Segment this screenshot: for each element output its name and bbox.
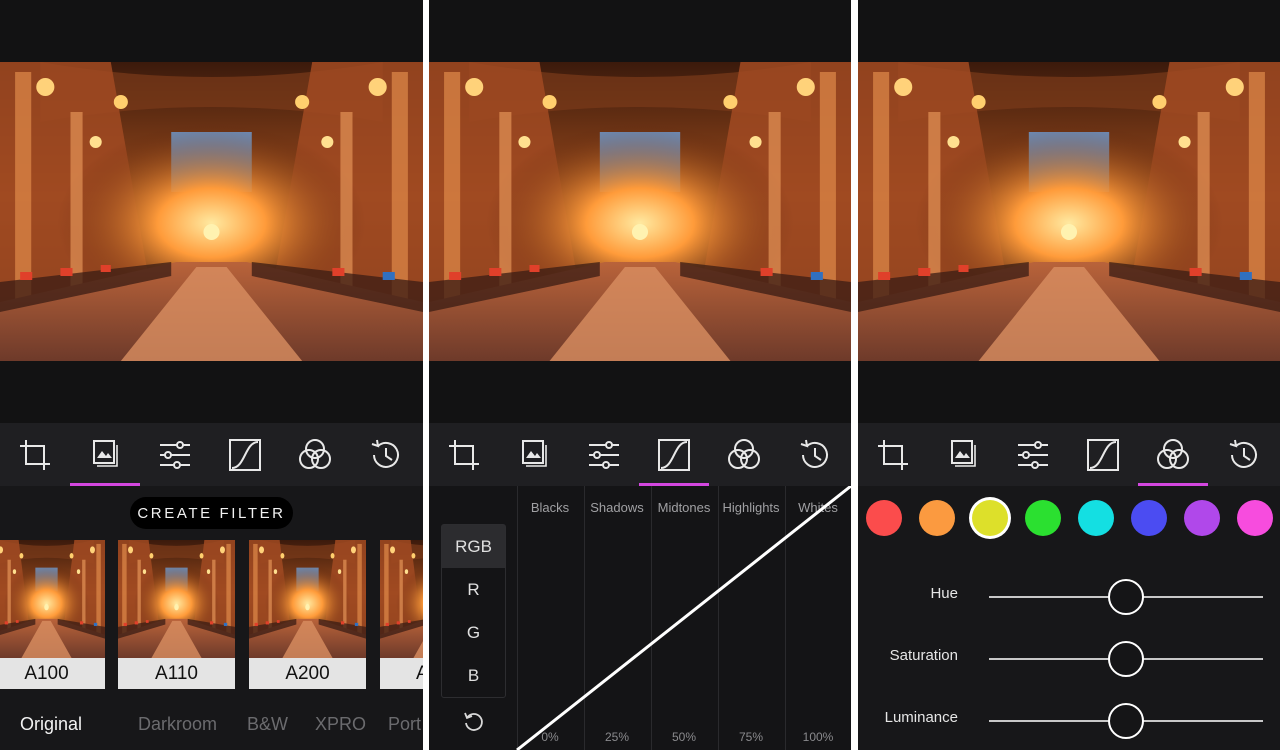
- color-swatch-cyan[interactable]: [1078, 500, 1114, 536]
- filter-label: A110: [118, 658, 235, 689]
- photo-gap: [429, 361, 851, 423]
- filters-icon[interactable]: [70, 423, 140, 486]
- filter-label: A100: [0, 658, 105, 689]
- luminance-slider-knob[interactable]: [1108, 703, 1144, 739]
- photo-gap: [858, 361, 1280, 423]
- category-bw[interactable]: B&W: [247, 714, 288, 735]
- adjust-icon[interactable]: [569, 423, 639, 486]
- filter-thumbnail[interactable]: A: [380, 540, 423, 689]
- channel-selector: RGB R G B: [441, 524, 506, 698]
- category-original[interactable]: Original: [20, 714, 82, 735]
- filter-preview-image: [249, 540, 366, 658]
- channel-g[interactable]: G: [442, 611, 505, 654]
- color-swatch-red[interactable]: [866, 500, 902, 536]
- top-bar: [0, 0, 423, 62]
- color-swatch-blue[interactable]: [1131, 500, 1167, 536]
- top-bar: [858, 0, 1280, 62]
- category-port[interactable]: Port: [388, 714, 421, 735]
- photo-preview: [429, 62, 851, 361]
- tool-bar: [0, 423, 423, 486]
- color-swatch-purple[interactable]: [1184, 500, 1220, 536]
- color-swatch-magenta[interactable]: [1237, 500, 1273, 536]
- saturation-slider-knob[interactable]: [1108, 641, 1144, 677]
- history-icon[interactable]: [1208, 423, 1278, 486]
- adjust-icon[interactable]: [140, 423, 210, 486]
- filter-label: A: [380, 658, 423, 689]
- filters-icon[interactable]: [499, 423, 569, 486]
- saturation-label: Saturation: [889, 647, 958, 664]
- tool-bar: [429, 423, 851, 486]
- filter-thumbnail[interactable]: A200: [249, 540, 366, 689]
- history-icon[interactable]: [350, 423, 420, 486]
- create-filter-button[interactable]: CREATE FILTER: [130, 497, 293, 529]
- tool-bar: [858, 423, 1280, 486]
- curves-screen: Blacks Shadows Midtones Highlights White…: [429, 0, 851, 750]
- crop-icon[interactable]: [429, 423, 499, 486]
- filter-preview-image: [380, 540, 423, 658]
- hue-slider-knob[interactable]: [1108, 579, 1144, 615]
- photo-gap: [0, 361, 423, 423]
- hue-label: Hue: [930, 585, 958, 602]
- crop-icon[interactable]: [0, 423, 70, 486]
- hsl-icon[interactable]: [709, 423, 779, 486]
- history-icon[interactable]: [779, 423, 849, 486]
- color-swatch-yellow[interactable]: [972, 500, 1008, 536]
- filter-label: A200: [249, 658, 366, 689]
- luminance-label: Luminance: [884, 709, 958, 726]
- filters-icon[interactable]: [928, 423, 998, 486]
- filter-thumbnail[interactable]: A110: [118, 540, 235, 689]
- color-swatch-green[interactable]: [1025, 500, 1061, 536]
- curves-icon[interactable]: [639, 423, 709, 486]
- adjust-icon[interactable]: [998, 423, 1068, 486]
- channel-rgb[interactable]: RGB: [442, 525, 505, 568]
- top-bar: [429, 0, 851, 62]
- curves-editor: Blacks Shadows Midtones Highlights White…: [429, 486, 851, 750]
- color-swatch-orange[interactable]: [919, 500, 955, 536]
- filters-screen: CREATE FILTER A100 A110 A200 A Original …: [0, 0, 423, 750]
- filter-thumbnail[interactable]: A100: [0, 540, 105, 689]
- category-xpro[interactable]: XPRO: [315, 714, 366, 735]
- curves-icon[interactable]: [210, 423, 280, 486]
- channel-b[interactable]: B: [442, 654, 505, 697]
- filter-category-bar: Original Darkroom B&W XPRO Port: [0, 700, 423, 750]
- hsl-screen: Hue Saturation Luminance: [858, 0, 1280, 750]
- filter-preview-image: [0, 540, 105, 658]
- channel-r[interactable]: R: [442, 568, 505, 611]
- curves-icon[interactable]: [1068, 423, 1138, 486]
- category-darkroom[interactable]: Darkroom: [138, 714, 217, 735]
- hsl-icon[interactable]: [1138, 423, 1208, 486]
- hsl-icon[interactable]: [280, 423, 350, 486]
- crop-icon[interactable]: [858, 423, 928, 486]
- filter-preview-image: [118, 540, 235, 658]
- photo-preview: [858, 62, 1280, 361]
- reset-icon[interactable]: [462, 710, 484, 732]
- photo-preview: [0, 62, 423, 361]
